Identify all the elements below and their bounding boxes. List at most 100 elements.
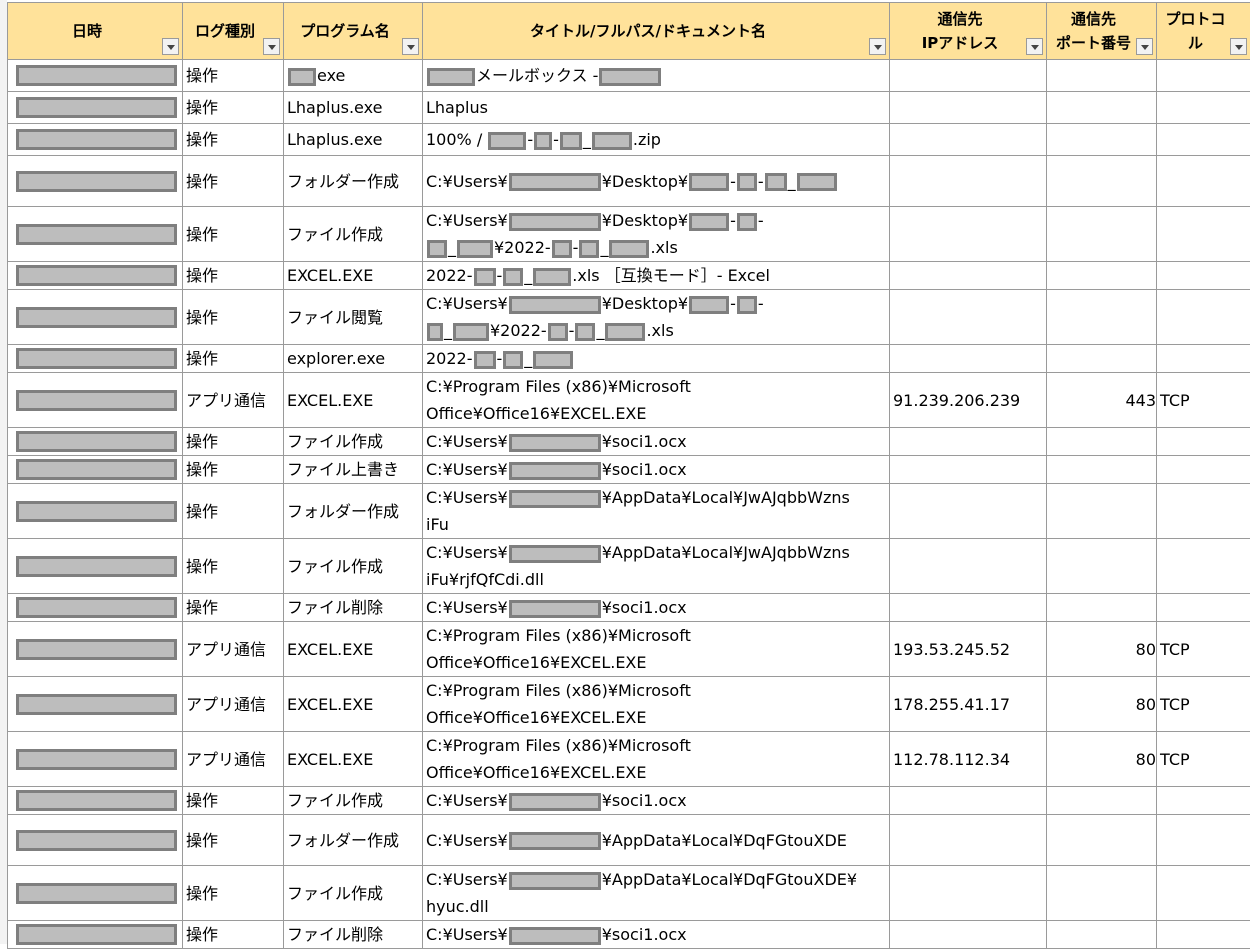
table-row[interactable]: 操作 explorer.exe 2022--_ (8, 345, 1250, 373)
program-cell[interactable]: exe (284, 60, 423, 92)
ip-cell[interactable] (890, 594, 1047, 622)
port-cell[interactable] (1047, 866, 1157, 921)
protocol-cell[interactable] (1157, 787, 1250, 815)
datetime-cell[interactable] (8, 92, 183, 124)
ip-cell[interactable] (890, 866, 1047, 921)
filter-dropdown-icon[interactable] (869, 38, 886, 55)
port-cell[interactable] (1047, 290, 1157, 345)
port-cell[interactable] (1047, 815, 1157, 866)
program-cell[interactable]: ファイル作成 (284, 539, 423, 594)
table-row[interactable]: 操作 ファイル作成 C:¥Users¥¥soci1.ocx (8, 787, 1250, 815)
log-type-cell[interactable]: アプリ通信 (183, 622, 284, 677)
table-row[interactable]: 操作 EXCEL.EXE 2022--_.xls ［互換モード］- Excel (8, 262, 1250, 290)
datetime-cell[interactable] (8, 156, 183, 207)
datetime-cell[interactable] (8, 373, 183, 428)
protocol-cell[interactable] (1157, 124, 1250, 156)
datetime-cell[interactable] (8, 124, 183, 156)
ip-cell[interactable] (890, 921, 1047, 949)
protocol-cell[interactable] (1157, 815, 1250, 866)
table-row[interactable]: 操作 Lhaplus.exe 100% / --_.zip (8, 124, 1250, 156)
port-cell[interactable]: 80 (1047, 677, 1157, 732)
log-type-cell[interactable]: アプリ通信 (183, 373, 284, 428)
program-cell[interactable]: フォルダー作成 (284, 815, 423, 866)
protocol-cell[interactable] (1157, 594, 1250, 622)
title-cell[interactable]: C:¥Users¥¥AppData¥Local¥DqFGtouXDE (423, 815, 890, 866)
datetime-cell[interactable] (8, 484, 183, 539)
log-type-cell[interactable]: 操作 (183, 594, 284, 622)
log-type-cell[interactable]: アプリ通信 (183, 732, 284, 787)
port-cell[interactable] (1047, 539, 1157, 594)
table-row[interactable]: 操作 ファイル上書き C:¥Users¥¥soci1.ocx (8, 456, 1250, 484)
table-row[interactable]: アプリ通信 EXCEL.EXE C:¥Program Files (x86)¥M… (8, 732, 1250, 787)
table-row[interactable]: 操作 フォルダー作成 C:¥Users¥¥AppData¥Local¥JwAJq… (8, 484, 1250, 539)
datetime-cell[interactable] (8, 594, 183, 622)
log-type-cell[interactable]: 操作 (183, 262, 284, 290)
protocol-cell[interactable] (1157, 456, 1250, 484)
datetime-cell[interactable] (8, 866, 183, 921)
protocol-cell[interactable] (1157, 921, 1250, 949)
table-row[interactable]: 操作 ファイル閲覧 C:¥Users¥¥Desktop¥--_¥2022--_.… (8, 290, 1250, 345)
title-cell[interactable]: メールボックス - (423, 60, 890, 92)
program-cell[interactable]: EXCEL.EXE (284, 732, 423, 787)
table-row[interactable]: 操作 ファイル削除 C:¥Users¥¥soci1.ocx (8, 921, 1250, 949)
filter-dropdown-icon[interactable] (263, 38, 280, 55)
program-cell[interactable]: EXCEL.EXE (284, 373, 423, 428)
protocol-cell[interactable] (1157, 92, 1250, 124)
datetime-cell[interactable] (8, 60, 183, 92)
ip-cell[interactable] (890, 539, 1047, 594)
title-cell[interactable]: 2022--_ (423, 345, 890, 373)
datetime-cell[interactable] (8, 677, 183, 732)
log-type-cell[interactable]: 操作 (183, 539, 284, 594)
port-cell[interactable] (1047, 484, 1157, 539)
ip-cell[interactable] (890, 156, 1047, 207)
program-cell[interactable]: ファイル削除 (284, 921, 423, 949)
table-row[interactable]: 操作 exe メールボックス - (8, 60, 1250, 92)
program-cell[interactable]: ファイル作成 (284, 866, 423, 921)
ip-cell[interactable] (890, 92, 1047, 124)
title-cell[interactable]: C:¥Users¥¥soci1.ocx (423, 787, 890, 815)
program-cell[interactable]: ファイル作成 (284, 207, 423, 262)
ip-cell[interactable] (890, 60, 1047, 92)
protocol-cell[interactable] (1157, 262, 1250, 290)
datetime-cell[interactable] (8, 732, 183, 787)
title-cell[interactable]: C:¥Users¥¥Desktop¥--_¥2022--_.xls (423, 290, 890, 345)
port-cell[interactable] (1047, 207, 1157, 262)
program-cell[interactable]: ファイル上書き (284, 456, 423, 484)
protocol-cell[interactable] (1157, 60, 1250, 92)
table-row[interactable]: 操作 ファイル作成 C:¥Users¥¥AppData¥Local¥DqFGto… (8, 866, 1250, 921)
title-cell[interactable]: C:¥Program Files (x86)¥MicrosoftOffice¥O… (423, 622, 890, 677)
datetime-cell[interactable] (8, 345, 183, 373)
ip-cell[interactable] (890, 290, 1047, 345)
port-cell[interactable] (1047, 428, 1157, 456)
program-cell[interactable]: EXCEL.EXE (284, 262, 423, 290)
filter-dropdown-icon[interactable] (162, 38, 179, 55)
port-cell[interactable] (1047, 594, 1157, 622)
title-cell[interactable]: 100% / --_.zip (423, 124, 890, 156)
title-cell[interactable]: C:¥Users¥¥soci1.ocx (423, 594, 890, 622)
port-cell[interactable] (1047, 124, 1157, 156)
table-row[interactable]: アプリ通信 EXCEL.EXE C:¥Program Files (x86)¥M… (8, 373, 1250, 428)
ip-cell[interactable] (890, 428, 1047, 456)
log-type-cell[interactable]: 操作 (183, 866, 284, 921)
title-cell[interactable]: C:¥Users¥¥AppData¥Local¥JwAJqbbWznsiFu¥r… (423, 539, 890, 594)
table-row[interactable]: 操作 ファイル削除 C:¥Users¥¥soci1.ocx (8, 594, 1250, 622)
ip-cell[interactable] (890, 124, 1047, 156)
title-cell[interactable]: Lhaplus (423, 92, 890, 124)
log-type-cell[interactable]: 操作 (183, 92, 284, 124)
log-type-cell[interactable]: 操作 (183, 456, 284, 484)
protocol-cell[interactable] (1157, 345, 1250, 373)
filter-dropdown-icon[interactable] (1230, 38, 1247, 55)
ip-cell[interactable] (890, 262, 1047, 290)
datetime-cell[interactable] (8, 815, 183, 866)
log-type-cell[interactable]: 操作 (183, 290, 284, 345)
datetime-cell[interactable] (8, 262, 183, 290)
port-cell[interactable] (1047, 60, 1157, 92)
program-cell[interactable]: Lhaplus.exe (284, 92, 423, 124)
title-cell[interactable]: C:¥Users¥¥AppData¥Local¥DqFGtouXDE¥hyuc.… (423, 866, 890, 921)
datetime-cell[interactable] (8, 787, 183, 815)
title-cell[interactable]: C:¥Users¥¥soci1.ocx (423, 428, 890, 456)
title-cell[interactable]: C:¥Program Files (x86)¥MicrosoftOffice¥O… (423, 373, 890, 428)
log-type-cell[interactable]: 操作 (183, 124, 284, 156)
log-type-cell[interactable]: 操作 (183, 345, 284, 373)
program-cell[interactable]: フォルダー作成 (284, 484, 423, 539)
